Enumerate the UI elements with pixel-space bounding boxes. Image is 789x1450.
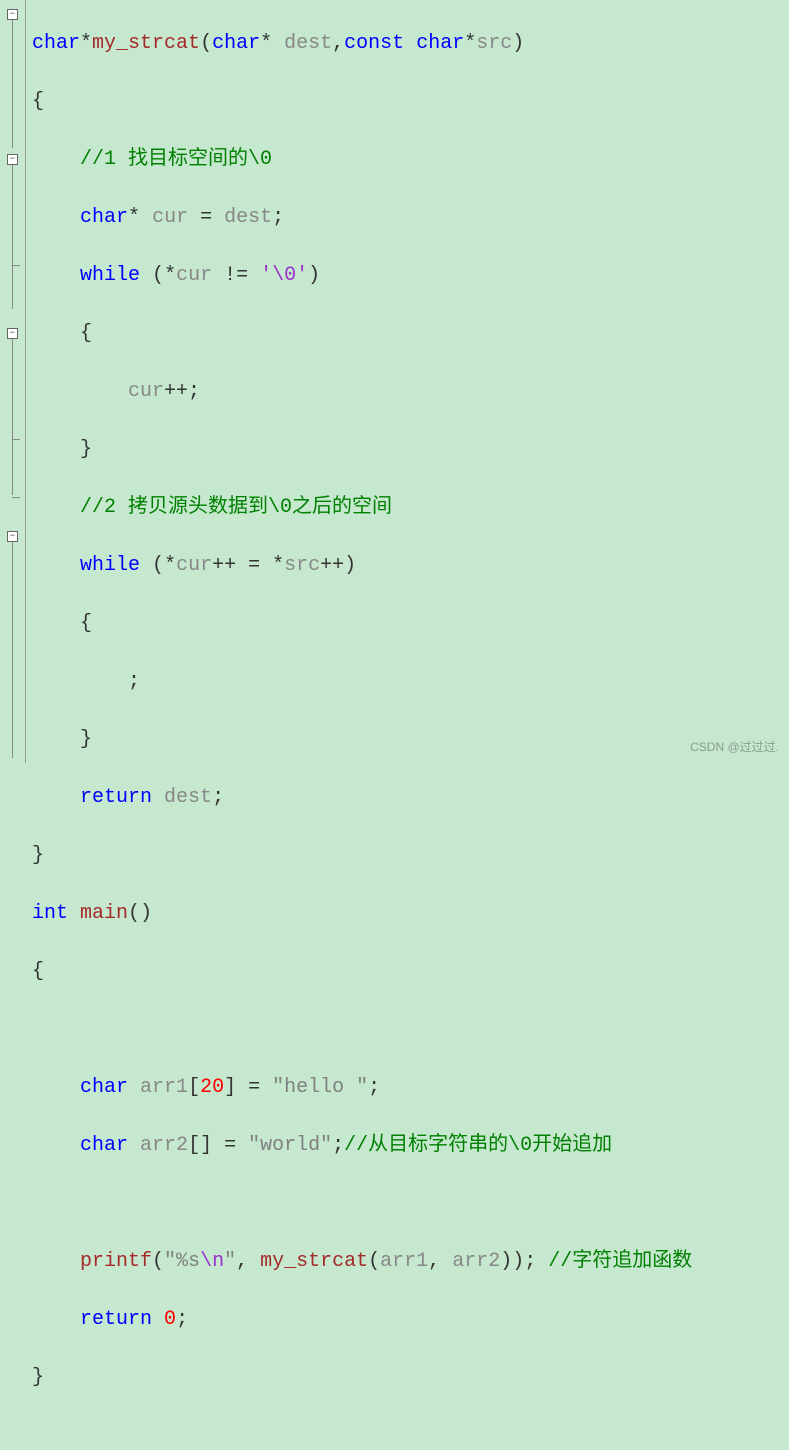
code-line: while (*cur != '\0') xyxy=(32,261,789,290)
gutter: − − − − xyxy=(0,0,26,763)
comment: //字符追加函数 xyxy=(548,1250,692,1273)
code-area[interactable]: char*my_strcat(char* dest,const char*src… xyxy=(26,0,789,763)
string-literal: "%s xyxy=(164,1250,200,1273)
char-literal: '\0' xyxy=(260,264,308,287)
fold-marker-icon[interactable]: − xyxy=(7,9,18,20)
fold-marker-icon[interactable]: − xyxy=(7,531,18,542)
code-line xyxy=(32,1189,789,1218)
comment: //从目标字符串的\0开始追加 xyxy=(344,1134,612,1157)
code-line: { xyxy=(32,319,789,348)
fold-marker-icon[interactable]: − xyxy=(7,328,18,339)
function-name: main xyxy=(80,902,128,925)
string-literal: "world xyxy=(248,1134,320,1157)
code-line: char arr1[20] = "hello "; xyxy=(32,1073,789,1102)
code-line: } xyxy=(32,841,789,870)
code-line: char* cur = dest; xyxy=(32,203,789,232)
code-editor: − − − − char*my_strcat(char* dest,const … xyxy=(0,0,789,763)
code-line: //2 拷贝源头数据到\0之后的空间 xyxy=(32,493,789,522)
comment: //2 拷贝源头数据到\0之后的空间 xyxy=(80,496,392,519)
code-line: while (*cur++ = *src++) xyxy=(32,551,789,580)
code-line: } xyxy=(32,725,789,754)
code-line: cur++; xyxy=(32,377,789,406)
code-line: char*my_strcat(char* dest,const char*src… xyxy=(32,29,789,58)
string-literal: "hello xyxy=(272,1076,356,1099)
code-line: ; xyxy=(32,667,789,696)
code-line: { xyxy=(32,957,789,986)
function-name: printf xyxy=(80,1250,152,1273)
function-name: my_strcat xyxy=(92,32,200,55)
comment: //1 找目标空间的\0 xyxy=(80,148,272,171)
fold-marker-icon[interactable]: − xyxy=(7,154,18,165)
watermark: CSDN @过过过. xyxy=(690,738,779,755)
code-line: //1 找目标空间的\0 xyxy=(32,145,789,174)
code-line: { xyxy=(32,87,789,116)
code-line: return dest; xyxy=(32,783,789,812)
code-line: printf("%s\n", my_strcat(arr1, arr2)); /… xyxy=(32,1247,789,1276)
code-line: } xyxy=(32,435,789,464)
code-line: } xyxy=(32,1363,789,1392)
keyword: char xyxy=(32,32,80,55)
code-line: int main() xyxy=(32,899,789,928)
code-line: char arr2[] = "world";//从目标字符串的\0开始追加 xyxy=(32,1131,789,1160)
code-line: { xyxy=(32,609,789,638)
code-line xyxy=(32,1015,789,1044)
code-line: return 0; xyxy=(32,1305,789,1334)
